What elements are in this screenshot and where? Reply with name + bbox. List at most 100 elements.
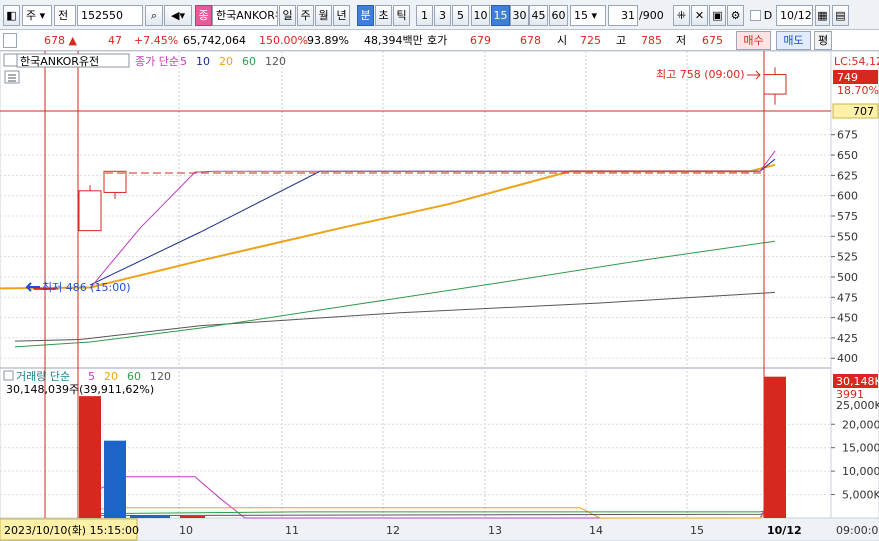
- trade-volume: 65,742,064: [183, 34, 246, 47]
- interval-button-60[interactable]: 60: [549, 5, 568, 26]
- right-pct: 18.70%: [837, 84, 879, 97]
- sell-button[interactable]: 매도: [776, 31, 811, 50]
- high-label: 고: [616, 34, 627, 47]
- lc-label: LC:54,12: [834, 55, 879, 68]
- volume-bar-small-0: [130, 516, 170, 518]
- market-select[interactable]: 주 ▾: [22, 5, 52, 26]
- price-tick-label-1: 650: [837, 149, 858, 162]
- eval-button[interactable]: 평: [814, 31, 832, 50]
- candle-body-3: [763, 74, 787, 95]
- interval-button-1[interactable]: 1: [416, 5, 433, 26]
- price-tick-label-2: 625: [837, 169, 858, 182]
- interval-button-15[interactable]: 15: [491, 5, 510, 26]
- date-checkbox[interactable]: [750, 10, 761, 21]
- volume-menu-icon[interactable]: [3, 370, 14, 381]
- panel-menu-icon[interactable]: [3, 53, 18, 67]
- interval-button-30[interactable]: 30: [510, 5, 529, 26]
- ma-legend-prefix: 종가 단순: [135, 55, 179, 68]
- x-label-6: 10/12: [767, 524, 802, 537]
- price-tick-label-7: 500: [837, 271, 858, 284]
- open-label: 시: [557, 34, 568, 47]
- low-value: 675: [702, 34, 723, 47]
- x-label-3: 13: [488, 524, 502, 537]
- speaker-icon[interactable]: ◀▾: [164, 5, 192, 26]
- price-tick-label-11: 400: [837, 352, 858, 365]
- volume-axis-25000: 25,000K: [836, 399, 879, 412]
- grid-icon[interactable]: ▤: [832, 5, 849, 26]
- volume-bar-0: [79, 396, 101, 518]
- period-button-6[interactable]: 틱: [393, 5, 410, 26]
- vol-tick-label-3: 5,000K: [842, 489, 879, 502]
- period-button-2[interactable]: 월: [315, 5, 332, 26]
- x-label-4: 14: [589, 524, 603, 537]
- period-button-4[interactable]: 분: [357, 5, 374, 26]
- x-label-0: 10: [179, 524, 193, 537]
- vol-legend-item-60: 60: [127, 370, 141, 383]
- vol-legend-item-20: 20: [104, 370, 118, 383]
- type-select[interactable]: 전: [54, 5, 76, 26]
- calendar-icon[interactable]: ▦: [815, 5, 830, 26]
- ask-value: 678: [520, 34, 541, 47]
- toolbar: ◧ 주 ▾ 전 152550 ⌕ ◀▾ 종 한국ANKOR유 15 ▾ 31 /…: [0, 0, 879, 30]
- price-tick-label-8: 475: [837, 291, 858, 304]
- period-button-0[interactable]: 일: [279, 5, 296, 26]
- ma-legend-item-20: 20: [219, 55, 233, 68]
- crosshair-icon[interactable]: ⁜: [673, 5, 690, 26]
- stock-name-field[interactable]: 한국ANKOR유: [212, 5, 278, 26]
- low-label: 저: [676, 34, 687, 47]
- market-value: 주: [26, 9, 37, 22]
- cursor-price: 707: [853, 105, 874, 118]
- price-tick-label-9: 450: [837, 312, 858, 325]
- period-button-5[interactable]: 초: [375, 5, 392, 26]
- volume-value-text: 30,148,039주(39,911,62%): [6, 383, 154, 396]
- save-icon[interactable]: ▣: [709, 5, 726, 26]
- right-price: 749: [837, 71, 858, 84]
- date-check-label: D: [763, 9, 773, 22]
- price-tick-label-3: 600: [837, 190, 858, 203]
- date-input[interactable]: 10/12: [776, 5, 813, 26]
- interval-select[interactable]: 15 ▾: [570, 5, 606, 26]
- draw-tool-icon[interactable]: ✕: [691, 5, 708, 26]
- volume-legend-prefix: 거래량 단순: [16, 370, 70, 383]
- count-input[interactable]: 31: [608, 5, 638, 26]
- price-tick-label-4: 575: [837, 210, 858, 223]
- period-button-1[interactable]: 주: [297, 5, 314, 26]
- vol-tick-label-1: 15,000K: [842, 442, 879, 455]
- gear-icon[interactable]: ⚙: [727, 5, 744, 26]
- count-total: /900: [639, 9, 664, 22]
- price-tick-label-0: 675: [837, 129, 858, 142]
- interval-button-45[interactable]: 45: [529, 5, 548, 26]
- price-tick-label-10: 425: [837, 332, 858, 345]
- low-note: 최저 486 (15:00): [42, 281, 131, 294]
- stock-chart[interactable]: 675 650 625 600 575 550 525 500 475 450 425 400 20,…: [0, 51, 879, 541]
- price-tick-label-6: 525: [837, 251, 858, 264]
- candle-body-1: [78, 190, 102, 232]
- rate-value: 93.89%: [307, 34, 349, 47]
- high-value: 785: [641, 34, 662, 47]
- vol-tick-label-0: 20,000K: [842, 418, 879, 431]
- bid-value: 679: [470, 34, 491, 47]
- ma-legend-item-60: 60: [242, 55, 256, 68]
- period-button-3[interactable]: 년: [333, 5, 350, 26]
- search-icon[interactable]: ⌕: [145, 5, 163, 26]
- interval-button-10[interactable]: 10: [471, 5, 490, 26]
- candle-body-2: [103, 170, 127, 193]
- interval-button-3[interactable]: 3: [434, 5, 451, 26]
- layout-icon[interactable]: ◧: [3, 5, 20, 26]
- volume-bar-1: [104, 440, 126, 518]
- cursor-datetime: 2023/10/10(화) 15:15:00: [4, 524, 139, 537]
- volume-ratio: 150.00%: [259, 34, 308, 47]
- interval-value: 15: [574, 9, 588, 22]
- ma-legend-item-10: 10: [196, 55, 210, 68]
- vol-legend-item-120: 120: [150, 370, 171, 383]
- mode-badge: 종: [195, 5, 212, 26]
- interval-button-5[interactable]: 5: [452, 5, 469, 26]
- ma-legend-item-120: 120: [265, 55, 286, 68]
- time-label: 09:00:00: [836, 524, 879, 537]
- open-value: 725: [580, 34, 601, 47]
- quote-menu-icon[interactable]: [3, 33, 17, 48]
- volume-bar-2: [764, 376, 786, 518]
- volume-bar-small-1: [180, 516, 205, 518]
- buy-button[interactable]: 매수: [736, 31, 771, 50]
- code-input[interactable]: 152550: [77, 5, 143, 26]
